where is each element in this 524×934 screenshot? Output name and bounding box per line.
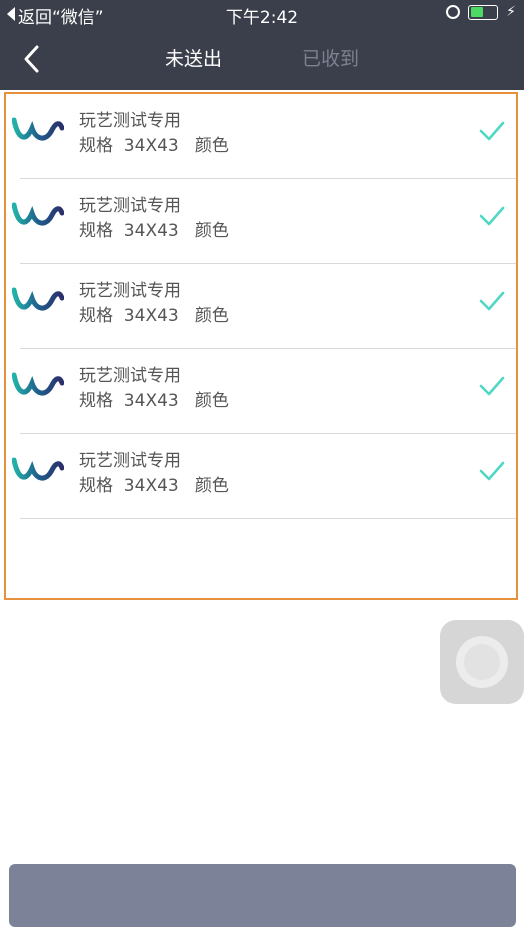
item-spec: 规格 34X43 颜色 <box>79 476 229 496</box>
brand-logo-icon <box>12 457 64 481</box>
check-icon[interactable] <box>478 460 506 482</box>
list-item[interactable]: 玩艺测试专用 规格 34X43 颜色 <box>6 349 516 434</box>
tab-unsent[interactable]: 未送出 <box>165 44 222 71</box>
alarm-icon <box>446 5 461 19</box>
list-item[interactable]: 玩艺测试专用 规格 34X43 颜色 <box>6 264 516 349</box>
nav-bar: 未送出 已收到 <box>0 28 524 90</box>
check-icon[interactable] <box>478 375 506 397</box>
item-spec: 规格 34X43 颜色 <box>79 221 229 241</box>
brand-logo-icon <box>12 202 64 226</box>
brand-logo-icon <box>12 117 64 141</box>
list-item[interactable]: 玩艺测试专用 规格 34X43 颜色 <box>6 94 516 179</box>
item-title: 玩艺测试专用 <box>79 451 181 471</box>
assistive-touch-button[interactable] <box>440 620 524 704</box>
check-icon[interactable] <box>478 120 506 142</box>
item-spec: 规格 34X43 颜色 <box>79 306 229 326</box>
item-spec: 规格 34X43 颜色 <box>79 136 229 156</box>
item-title: 玩艺测试专用 <box>79 281 181 301</box>
bottom-action-bar[interactable] <box>9 864 516 927</box>
brand-logo-icon <box>12 372 64 396</box>
brand-logo-icon <box>12 287 64 311</box>
item-spec: 规格 34X43 颜色 <box>79 391 229 411</box>
list-item[interactable]: 玩艺测试专用 规格 34X43 颜色 <box>6 434 516 519</box>
check-icon[interactable] <box>478 205 506 227</box>
divider <box>20 518 516 519</box>
item-list: 玩艺测试专用 规格 34X43 颜色 玩艺测试专用 规格 34X43 颜色 玩艺… <box>4 92 518 600</box>
check-icon[interactable] <box>478 290 506 312</box>
list-item[interactable]: 玩艺测试专用 规格 34X43 颜色 <box>6 179 516 264</box>
status-bar: 返回“微信” 下午2:42 ⚡ <box>0 0 524 28</box>
assistive-core <box>464 644 500 680</box>
item-title: 玩艺测试专用 <box>79 366 181 386</box>
back-button[interactable] <box>18 42 48 76</box>
item-title: 玩艺测试专用 <box>79 196 181 216</box>
tab-received[interactable]: 已收到 <box>302 44 359 71</box>
item-title: 玩艺测试专用 <box>79 111 181 131</box>
back-chevron-icon <box>24 45 39 73</box>
battery-icon <box>468 4 499 20</box>
charging-bolt-icon: ⚡ <box>506 4 516 20</box>
